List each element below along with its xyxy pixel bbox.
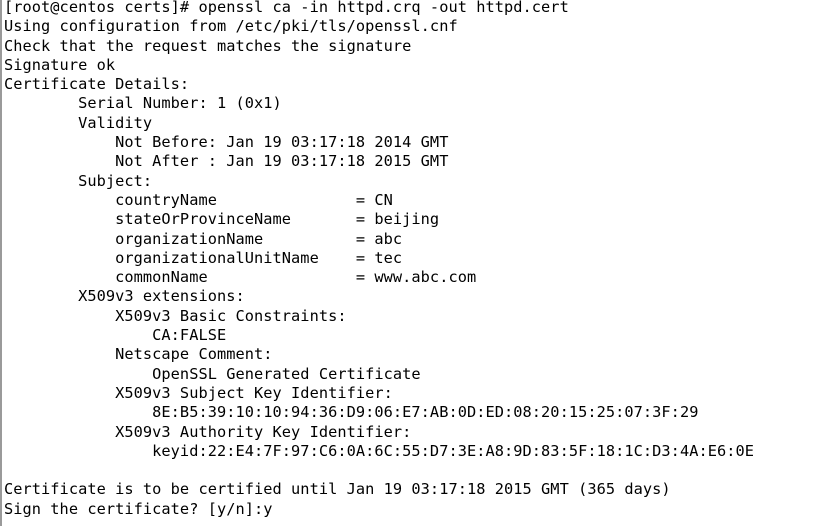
terminal-line: Certificate is to be certified until Jan… [4,480,671,499]
terminal-line: Validity [4,113,153,132]
terminal-line: countryName = CN [4,190,393,209]
terminal-line: Certificate Details: [4,75,190,94]
terminal-line: 8E:B5:39:10:10:94:36:D9:06:E7:AB:0D:ED:0… [4,403,699,422]
terminal-window[interactable]: [root@centos certs]# openssl ca -in http… [0,0,817,526]
terminal-line: keyid:22:E4:7F:97:C6:0A:6C:55:D7:3E:A8:9… [4,441,755,460]
terminal-line: CA:FALSE [4,326,227,345]
terminal-line: organizationName = abc [4,229,403,248]
terminal-line: X509v3 extensions: [4,287,245,306]
terminal-line: Sign the certificate? [y/n]:y [4,499,273,518]
terminal-line: commonName = www.abc.com [4,268,477,287]
terminal-line: [root@centos certs]# openssl ca -in http… [4,0,569,16]
terminal-line: Subject: [4,171,153,190]
terminal-line: Not After : Jan 19 03:17:18 2015 GMT [4,152,449,171]
terminal-line: Check that the request matches the signa… [4,36,412,55]
terminal-line: Signature ok [4,55,116,74]
terminal-line: OpenSSL Generated Certificate [4,364,421,383]
terminal-line: stateOrProvinceName = beijing [4,210,440,229]
terminal-line: Serial Number: 1 (0x1) [4,94,282,113]
terminal-line: X509v3 Basic Constraints: [4,306,347,325]
terminal-output-text[interactable]: [root@centos certs]# openssl ca -in http… [4,0,816,519]
terminal-line: organizationalUnitName = tec [4,248,403,267]
terminal-left-gutter-rule [0,0,2,526]
terminal-line: Using configuration from /etc/pki/tls/op… [4,17,458,36]
terminal-line: Not Before: Jan 19 03:17:18 2014 GMT [4,133,449,152]
terminal-line: X509v3 Authority Key Identifier: [4,422,412,441]
terminal-line: X509v3 Subject Key Identifier: [4,383,393,402]
terminal-line: Netscape Comment: [4,345,273,364]
